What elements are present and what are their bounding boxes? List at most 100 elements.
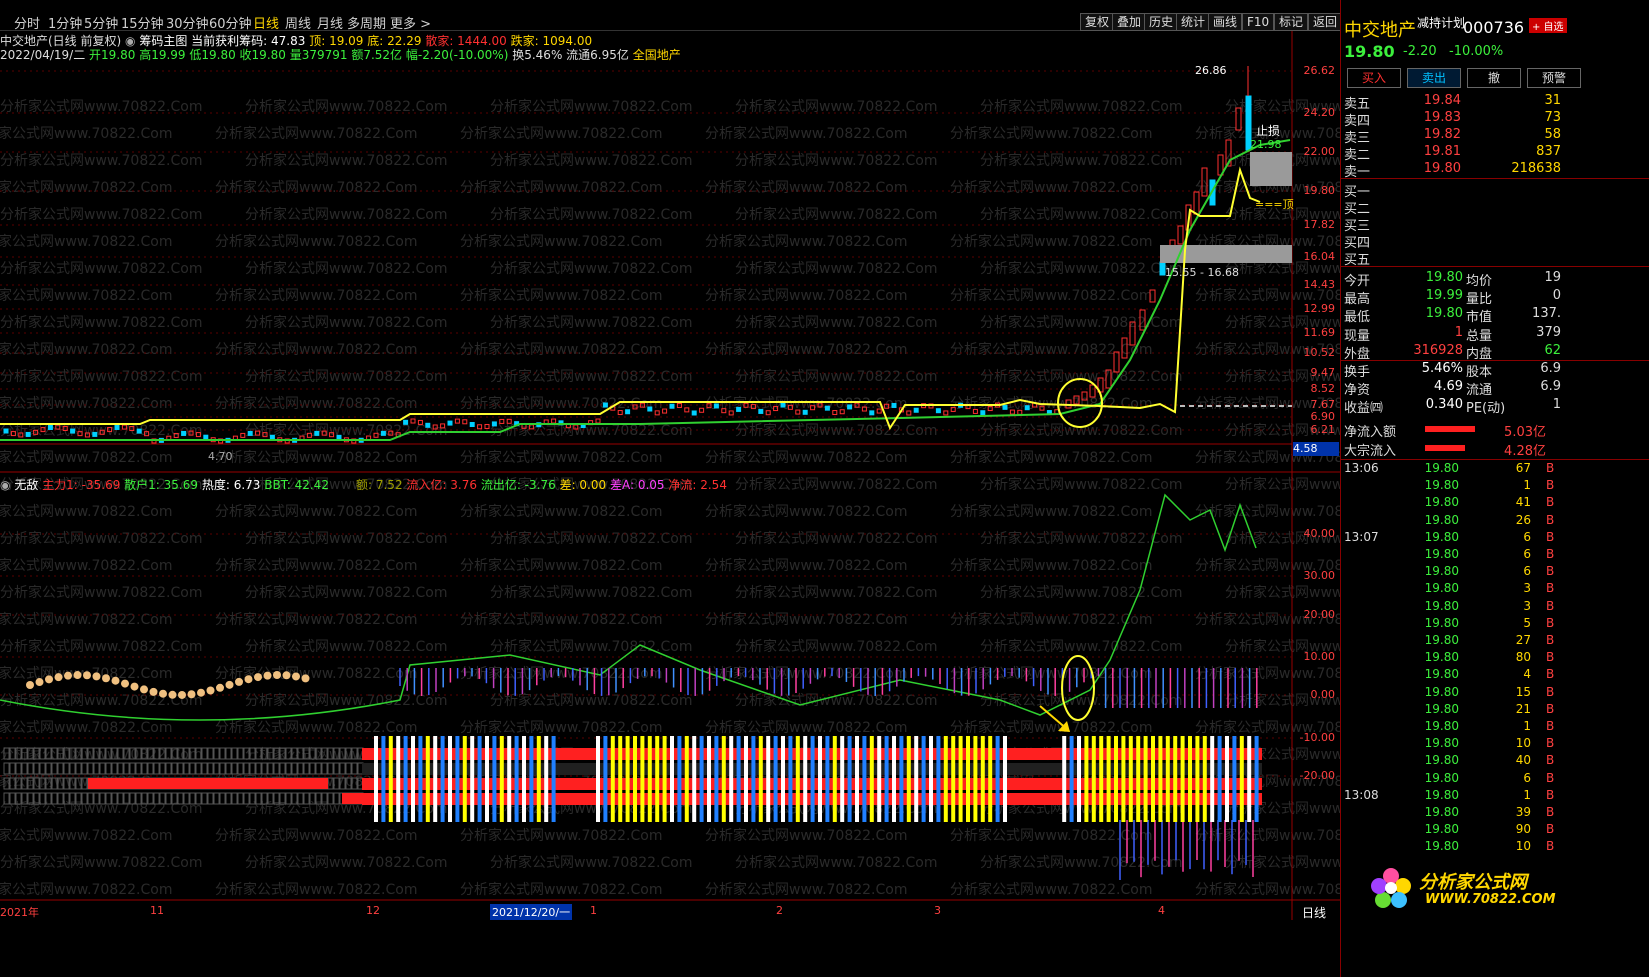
tab-3[interactable]: 15分钟 [121,13,164,32]
signal-stripe [485,736,489,822]
candle [787,404,793,410]
tool-button-2[interactable]: 历史 [1144,13,1179,31]
candle [84,432,90,438]
ask-volume: 837 [1536,144,1561,159]
price-tick: 6.21 [1310,423,1336,436]
signal-stripe [1106,736,1111,822]
tool-button-0[interactable]: 复权 [1080,13,1115,31]
candle [77,431,83,437]
price-tick: 26.62 [1303,64,1336,77]
candle [47,425,53,431]
candle [484,423,490,429]
site-logo: 分析家公式网 WWW.70822.COM [1369,862,1559,912]
signal-stripe [625,736,630,822]
candle [144,431,150,437]
stat-row: 最低 19.80 市值 137. [1341,306,1649,326]
buy-button[interactable]: 买入 [1347,68,1401,88]
tool-button-5[interactable]: F10 [1242,13,1275,31]
date-tick: 1 [590,904,597,917]
signal-stripe [818,736,822,822]
tab-1[interactable]: 1分钟 [48,13,82,32]
bbt: BBT: 42.42 [264,478,329,492]
sell-button[interactable]: 卖出 [1407,68,1461,88]
candle [99,429,105,435]
signal-stripe [1247,736,1252,822]
grid-cell [3,762,10,775]
indicator-name[interactable]: 无敌 [14,478,38,492]
stat-label-2: 内盘 [1466,346,1493,362]
tick-price: 19.80 [1424,547,1459,561]
grid-cell [213,792,220,805]
tool-button-6[interactable]: 标记 [1274,13,1309,31]
grid-cell [57,762,64,775]
price-tick: 24.20 [1303,106,1336,119]
tick-volume: 10 [1515,839,1531,854]
tick-side: B [1546,684,1555,699]
tick-side: B [1546,650,1555,665]
grid-cell [237,792,244,805]
plan-tag[interactable]: 减持计划 [1417,14,1465,31]
favorite-badge[interactable]: + 自选 [1529,18,1567,33]
grid-cell [351,777,358,790]
grid-cell [333,777,340,790]
candle [847,404,853,410]
bid-row[interactable]: 买一 [1341,181,1649,200]
signal-stripe [1077,736,1081,822]
tab-10[interactable]: 更多 > [390,13,431,32]
ask-row[interactable]: 卖五 19.84 31 [1341,93,1649,112]
grid-cell [339,777,346,790]
stat-label: 最高 [1344,292,1371,308]
grid-cell [297,792,304,805]
candle [891,402,897,408]
grid-cell [255,762,262,775]
bid-row[interactable]: 买五 [1341,249,1649,268]
last-price: 19.80 [1344,42,1395,61]
tab-8[interactable]: 月线 [317,13,343,32]
tab-7[interactable]: 周线 [285,13,311,32]
ask-row[interactable]: 卖三 19.82 58 [1341,127,1649,146]
tab-6[interactable]: 日线 [253,13,279,32]
grid-cell [171,792,178,805]
stat-value-2: 1 [1552,397,1561,413]
hand-icon [254,673,262,682]
stat-value: 19.80 [1425,306,1463,322]
candle [699,407,705,413]
stat-label-2: 市值 [1466,310,1493,326]
tab-5[interactable]: 60分钟 [209,13,252,32]
tick-row: 19.80 4 B [1341,667,1649,684]
candle [972,408,978,414]
tab-2[interactable]: 5分钟 [84,13,118,32]
bid-row[interactable]: 买三 [1341,215,1649,234]
tool-button-1[interactable]: 叠加 [1112,13,1147,31]
ask-row[interactable]: 卖二 19.81 837 [1341,144,1649,163]
signal-stripe [1232,736,1237,822]
e-val: 额: 7.52 [356,478,403,492]
grid-cell [345,762,352,775]
candle [728,410,734,416]
signal-stripe [1114,736,1118,822]
flow-value: 4.28亿 [1504,444,1546,459]
bid-row[interactable]: 买四 [1341,232,1649,251]
ask-row[interactable]: 卖四 19.83 73 [1341,110,1649,129]
cancel-button[interactable]: 撤 [1467,68,1521,88]
candle [706,403,712,409]
grid-cell [291,792,298,805]
tick-price: 19.80 [1424,598,1459,613]
tick-volume: 1 [1523,719,1531,733]
tool-button-7[interactable]: 返回 [1308,13,1343,31]
tab-4[interactable]: 30分钟 [166,13,209,32]
ask-row[interactable]: 卖一 19.80 218638 [1341,161,1649,180]
tool-button-4[interactable]: 画线 [1208,13,1243,31]
tab-0[interactable]: 分时 [14,13,40,32]
bid-row[interactable]: 买二 [1341,198,1649,217]
signal-stripe [699,736,704,822]
tool-button-3[interactable]: 统计 [1176,13,1211,31]
candle [240,432,246,438]
grid-cell [219,747,226,760]
grid-cell [9,777,16,790]
tick-volume: 5 [1523,615,1531,630]
tab-9[interactable]: 多周期 [347,13,386,32]
candle [269,434,275,440]
indicator-icon[interactable]: ◉ [0,478,10,492]
alert-button[interactable]: 预警 [1527,68,1581,88]
